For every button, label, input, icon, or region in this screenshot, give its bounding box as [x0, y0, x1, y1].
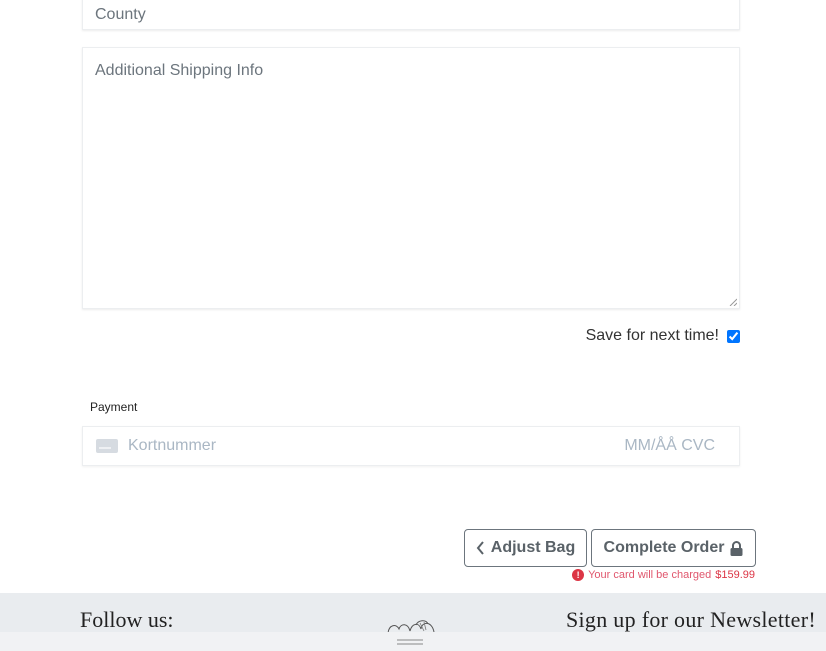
charge-note: ! Your card will be charged $159.99	[572, 569, 755, 581]
drag-handle-icon[interactable]	[397, 639, 423, 645]
card-input[interactable]: Kortnummer MM/ÅÅ CVC	[82, 426, 740, 466]
payment-label: Payment	[90, 400, 138, 414]
save-for-next-time-label: Save for next time!	[585, 327, 719, 344]
complete-order-label: Complete Order	[603, 539, 725, 556]
bottom-bar	[0, 632, 826, 651]
shipping-info-placeholder: Additional Shipping Info	[95, 62, 264, 79]
county-field[interactable]: County	[82, 0, 740, 30]
footer: Follow us: Sign up for our Newsletter!	[0, 593, 826, 651]
charge-amount: $159.99	[715, 569, 755, 581]
adjust-bag-label: Adjust Bag	[490, 539, 576, 556]
lock-icon	[730, 540, 743, 556]
alert-icon: !	[572, 569, 585, 581]
resize-grip-icon[interactable]	[729, 298, 737, 306]
adjust-bag-button[interactable]: Adjust Bag	[464, 529, 587, 567]
logo-icon	[387, 620, 435, 633]
follow-us-label: Follow us:	[80, 607, 174, 632]
charge-note-text: Your card will be charged	[588, 569, 712, 581]
additional-shipping-info-field[interactable]: Additional Shipping Info	[82, 47, 740, 309]
newsletter-signup-label[interactable]: Sign up for our Newsletter!	[566, 607, 816, 633]
county-placeholder: County	[95, 6, 146, 23]
save-for-next-time-checkbox[interactable]	[727, 329, 740, 343]
save-for-next-time-row: Save for next time!	[586, 327, 740, 345]
complete-order-button[interactable]: Complete Order	[591, 529, 756, 567]
expiry-cvc-placeholder: MM/ÅÅ CVC	[624, 437, 715, 454]
card-icon	[96, 439, 118, 453]
chevron-left-icon	[476, 541, 484, 555]
card-number-placeholder: Kortnummer	[128, 437, 217, 454]
